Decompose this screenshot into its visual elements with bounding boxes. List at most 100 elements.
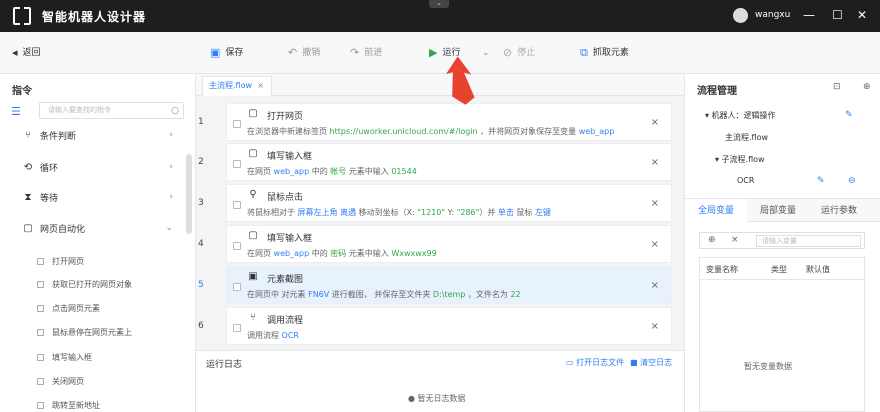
clear-log-button[interactable]: ■ 清空日志 (630, 357, 672, 368)
undo-button[interactable]: ↶ 撤销 (288, 46, 320, 60)
log-title: 运行日志 (206, 360, 243, 370)
browser-icon: ▢ (248, 108, 258, 119)
remove-icon[interactable]: ⊖ (848, 176, 856, 186)
close-icon[interactable]: × (651, 321, 659, 332)
close-icon[interactable]: × (651, 280, 659, 291)
step-card[interactable]: ⚲ 鼠标点击 将鼠标相对于 屏幕左上角 离遇 移动到坐标（X: "1210" Y: … (226, 184, 672, 222)
add-icon[interactable]: ⊕ (863, 82, 871, 92)
capture-element-button[interactable]: ⧉ 抓取元素 (580, 46, 629, 60)
instruction-item[interactable]: 填写输入框 (37, 352, 92, 363)
category-web-automation[interactable]: ▢ 网页自动化 ⌄ (0, 215, 184, 241)
flow-step[interactable]: 6 ⑂ 调用流程 调用流程 OCR × (196, 306, 684, 346)
step-desc-part: ）并 (479, 208, 498, 217)
save-icon: ▣ (210, 46, 221, 59)
step-title: 鼠标点击 (267, 193, 304, 203)
list-menu-icon[interactable]: ☰ (11, 105, 21, 118)
log-empty: ● 暂无日志数据 (408, 393, 466, 404)
search-icon[interactable]: ○ (171, 104, 179, 119)
user-name[interactable]: wangxu (755, 10, 790, 20)
step-card[interactable]: ▣ 元素截图 在网页中 对元素 FN6V 进行截图， 并保存至文件夹 D:\temp… (226, 266, 672, 304)
maximize-icon[interactable]: ☐ (832, 8, 843, 22)
close-icon[interactable]: × (651, 117, 659, 128)
redo-button[interactable]: ↷ 前进 (350, 46, 382, 60)
category-condition[interactable]: ⑂ 条件判断 › (0, 122, 184, 148)
close-icon[interactable]: × (257, 77, 264, 95)
variable-search-input[interactable]: 请输入变量 (756, 235, 861, 247)
step-desc-part: ，文件名为 (465, 290, 511, 299)
back-button[interactable]: ◂ 返回 (12, 46, 41, 60)
new-file-icon[interactable]: ⊡ (833, 82, 841, 92)
capture-label: 抓取元素 (592, 48, 629, 58)
category-label: 条件判断 (40, 131, 77, 142)
instruction-item[interactable]: 跳转至新地址 (37, 400, 100, 411)
step-number: 2 (198, 157, 204, 167)
flow-step[interactable]: 2 ▢ 填写输入框 在网页 web_app 中的 帐号 元素中输入 01544 × (196, 142, 684, 182)
scrollbar[interactable] (186, 154, 192, 234)
instruction-item[interactable]: 关闭网页 (37, 376, 84, 387)
step-checkbox[interactable] (233, 242, 241, 250)
undo-icon: ↶ (288, 46, 298, 59)
category-loop[interactable]: ⟲ 循环 › (0, 154, 184, 180)
delete-variable-icon[interactable]: × (731, 235, 739, 245)
flow-step[interactable]: 1 ▢ 打开网页 在浏览器中新建标签页 https://uworker.uniclou… (196, 102, 684, 142)
close-icon[interactable]: × (651, 239, 659, 250)
step-desc-part: 将鼠标相对于 (247, 208, 298, 217)
item-label: 填写输入框 (52, 353, 92, 362)
instruction-search-input[interactable]: 请输入要查找的指令 ○ (39, 102, 184, 119)
flow-step[interactable]: 5 ▣ 元素截图 在网页中 对元素 FN6V 进行截图， 并保存至文件夹 D:\tem… (196, 265, 684, 305)
stop-icon: ⊘ (503, 46, 513, 59)
minimize-icon[interactable]: — (803, 8, 815, 22)
instruction-item[interactable]: 点击网页元素 (37, 303, 100, 314)
edit-icon[interactable]: ✎ (817, 176, 825, 186)
tree-main-flow[interactable]: 主流程.flow (725, 132, 768, 143)
step-card[interactable]: ▢ 填写输入框 在网页 web_app 中的 密码 元素中输入 Wxwxwx99 × (226, 225, 672, 263)
step-desc-part: web_app (273, 249, 310, 258)
save-button[interactable]: ▣ 保存 (210, 46, 243, 60)
item-label: 关闭网页 (52, 377, 84, 386)
close-window-icon[interactable]: ✕ (857, 8, 867, 22)
tree-ocr[interactable]: OCR (737, 176, 754, 185)
step-desc-part: 中的 (309, 167, 331, 176)
step-checkbox[interactable] (233, 120, 241, 128)
title-bar: 智能机器人设计器 ⌄ wangxu — ☐ ✕ (0, 0, 880, 32)
tab-local-vars[interactable]: 局部变量 (760, 199, 796, 223)
step-desc-part: 在网页 (247, 167, 274, 176)
open-log-file-button[interactable]: ▭ 打开日志文件 (566, 357, 624, 368)
variable-tabs: 全局变量 局部变量 运行参数 (685, 198, 880, 223)
instruction-item[interactable]: 获取已打开的网页对象 (37, 279, 132, 290)
step-desc-part: 帐号 (330, 167, 347, 176)
step-checkbox[interactable] (233, 201, 241, 209)
user-avatar-icon[interactable] (733, 8, 748, 23)
edit-icon[interactable]: ✎ (845, 110, 853, 120)
add-variable-icon[interactable]: ⊕ (708, 235, 716, 245)
flow-steps: 1 ▢ 打开网页 在浏览器中新建标签页 https://uworker.uniclou… (196, 96, 684, 350)
item-icon (37, 354, 44, 361)
step-desc-part: 移动到坐标（X: (356, 208, 418, 217)
step-checkbox[interactable] (233, 283, 241, 291)
step-checkbox[interactable] (233, 160, 241, 168)
tree-robot[interactable]: ▾ 机器人：逻辑操作 (705, 110, 776, 121)
flow-step[interactable]: 4 ▢ 填写输入框 在网页 web_app 中的 密码 元素中输入 Wxwxwx99 × (196, 224, 684, 264)
tab-main-flow[interactable]: 主流程.flow × (202, 76, 272, 96)
collapse-toggle[interactable]: ⌄ (429, 0, 449, 8)
close-icon[interactable]: × (651, 198, 659, 209)
step-checkbox[interactable] (233, 324, 241, 332)
step-desc-part: Y: (445, 208, 457, 217)
step-desc-part: FN6V (308, 290, 330, 299)
step-card[interactable]: ▢ 打开网页 在浏览器中新建标签页 https://uworker.unicloud… (226, 103, 672, 141)
category-wait[interactable]: ⧗ 等待 › (0, 184, 184, 210)
close-icon[interactable]: × (651, 157, 659, 168)
flow-step[interactable]: 3 ⚲ 鼠标点击 将鼠标相对于 屏幕左上角 离遇 移动到坐标（X: "1210" Y:… (196, 183, 684, 223)
instruction-item[interactable]: 打开网页 (37, 256, 84, 267)
subflow-icon: ⑂ (250, 312, 256, 323)
instruction-item[interactable]: 鼠标悬停在网页元素上 (37, 327, 132, 338)
chevron-right-icon: › (169, 192, 173, 202)
tab-global-vars[interactable]: 全局变量 (685, 199, 747, 223)
tab-run-params[interactable]: 运行参数 (821, 199, 857, 223)
step-desc-part: Wxwxwx99 (391, 249, 437, 258)
step-card[interactable]: ⑂ 调用流程 调用流程 OCR × (226, 307, 672, 345)
tree-sub-flow[interactable]: ▾ 子流程.flow (715, 154, 765, 165)
stop-button[interactable]: ⊘ 停止 (503, 46, 535, 60)
step-desc-part: 左键 (534, 208, 551, 217)
step-card[interactable]: ▢ 填写输入框 在网页 web_app 中的 帐号 元素中输入 01544 × (226, 143, 672, 181)
